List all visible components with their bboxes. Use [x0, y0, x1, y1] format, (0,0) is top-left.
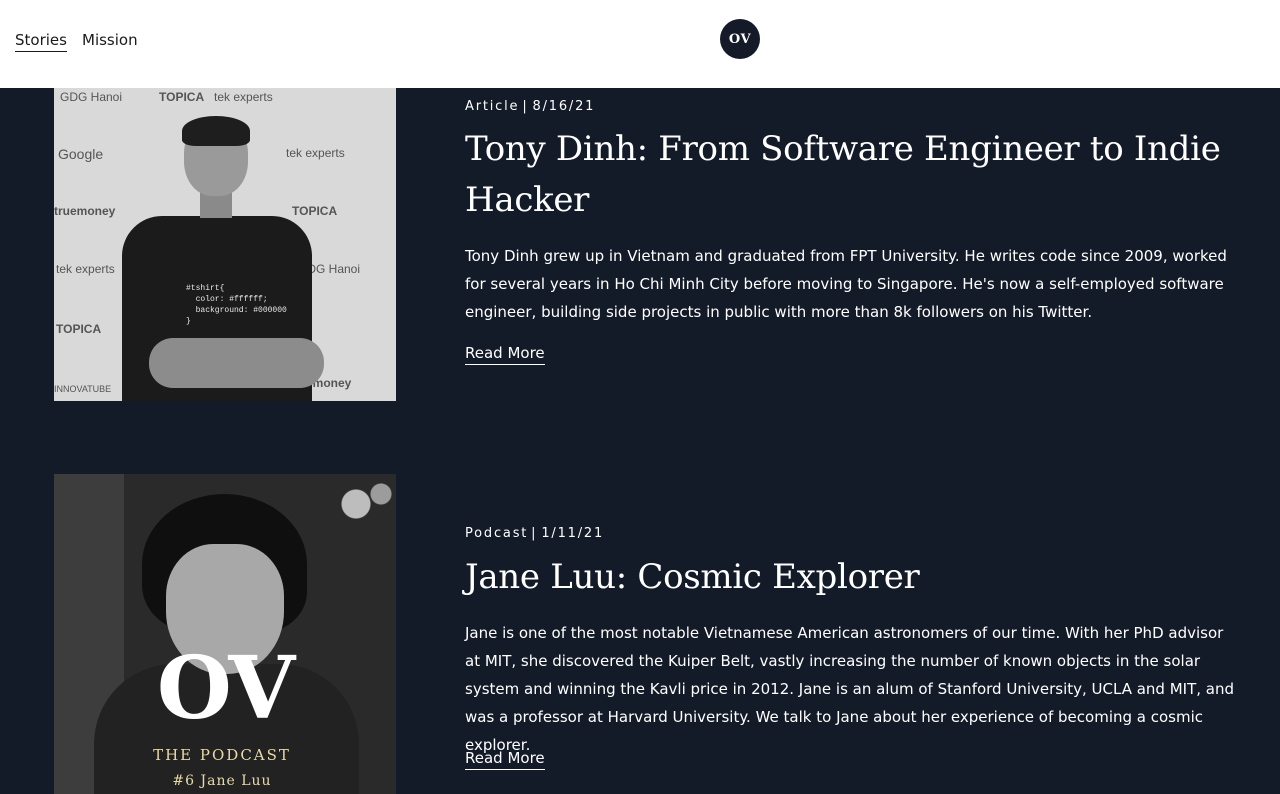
nav-mission-link[interactable]: Mission [82, 31, 138, 49]
story-card: OV THE PODCAST #6 Jane Luu Podcast | 1/11/… [0, 474, 1280, 794]
meta-separator: | [531, 526, 538, 541]
sponsor-logo: TOPICA [292, 204, 338, 218]
sponsor-logo: Google [58, 146, 104, 162]
person-figure [149, 338, 324, 388]
site-header: Stories Mission OV [0, 0, 1280, 88]
nav-stories-link[interactable]: Stories [15, 31, 67, 52]
sponsor-logo: TOPICA [56, 322, 102, 336]
shirt-text: #tshirt{ color: #ffffff; background: #00… [186, 284, 287, 326]
story-type: Podcast [465, 526, 529, 541]
photo-background [326, 474, 396, 534]
story-date: 1/11/21 [541, 526, 605, 541]
podcast-cover-logo: OV [156, 638, 295, 739]
read-more-link[interactable]: Read More [465, 749, 545, 770]
sponsor-logo: tek experts [286, 146, 345, 160]
story-meta: Podcast | 1/11/21 [465, 526, 604, 541]
meta-separator: | [522, 99, 529, 114]
site-logo[interactable]: OV [720, 19, 760, 59]
sponsor-logo: tek experts [214, 90, 273, 104]
story-title[interactable]: Jane Luu: Cosmic Explorer [465, 552, 1225, 603]
story-date: 8/16/21 [532, 99, 596, 114]
story-description: Tony Dinh grew up in Vietnam and graduat… [465, 247, 1227, 321]
sponsor-logo: TOPICA [159, 90, 205, 104]
story-meta: Article | 8/16/21 [465, 99, 595, 114]
story-image[interactable]: GDG Hanoi TOPICA tek experts Google tek … [54, 88, 396, 401]
sponsor-logo: truemoney [54, 204, 116, 218]
read-more-link[interactable]: Read More [465, 344, 545, 365]
story-card: GDG Hanoi TOPICA tek experts Google tek … [0, 88, 1280, 408]
podcast-cover-subtitle: THE PODCAST [153, 746, 291, 764]
story-type: Article [465, 99, 520, 114]
sponsor-logo: INNOVATUBE [54, 384, 112, 394]
person-figure [182, 116, 250, 146]
podcast-cover-episode: #6 Jane Luu [172, 773, 272, 789]
story-image[interactable]: OV THE PODCAST #6 Jane Luu [54, 474, 396, 794]
sponsor-logo: GDG Hanoi [60, 90, 123, 104]
story-description: Jane is one of the most notable Vietname… [465, 624, 1234, 754]
sponsor-logo: tek experts [56, 262, 115, 276]
story-title[interactable]: Tony Dinh: From Software Engineer to Ind… [465, 124, 1225, 226]
